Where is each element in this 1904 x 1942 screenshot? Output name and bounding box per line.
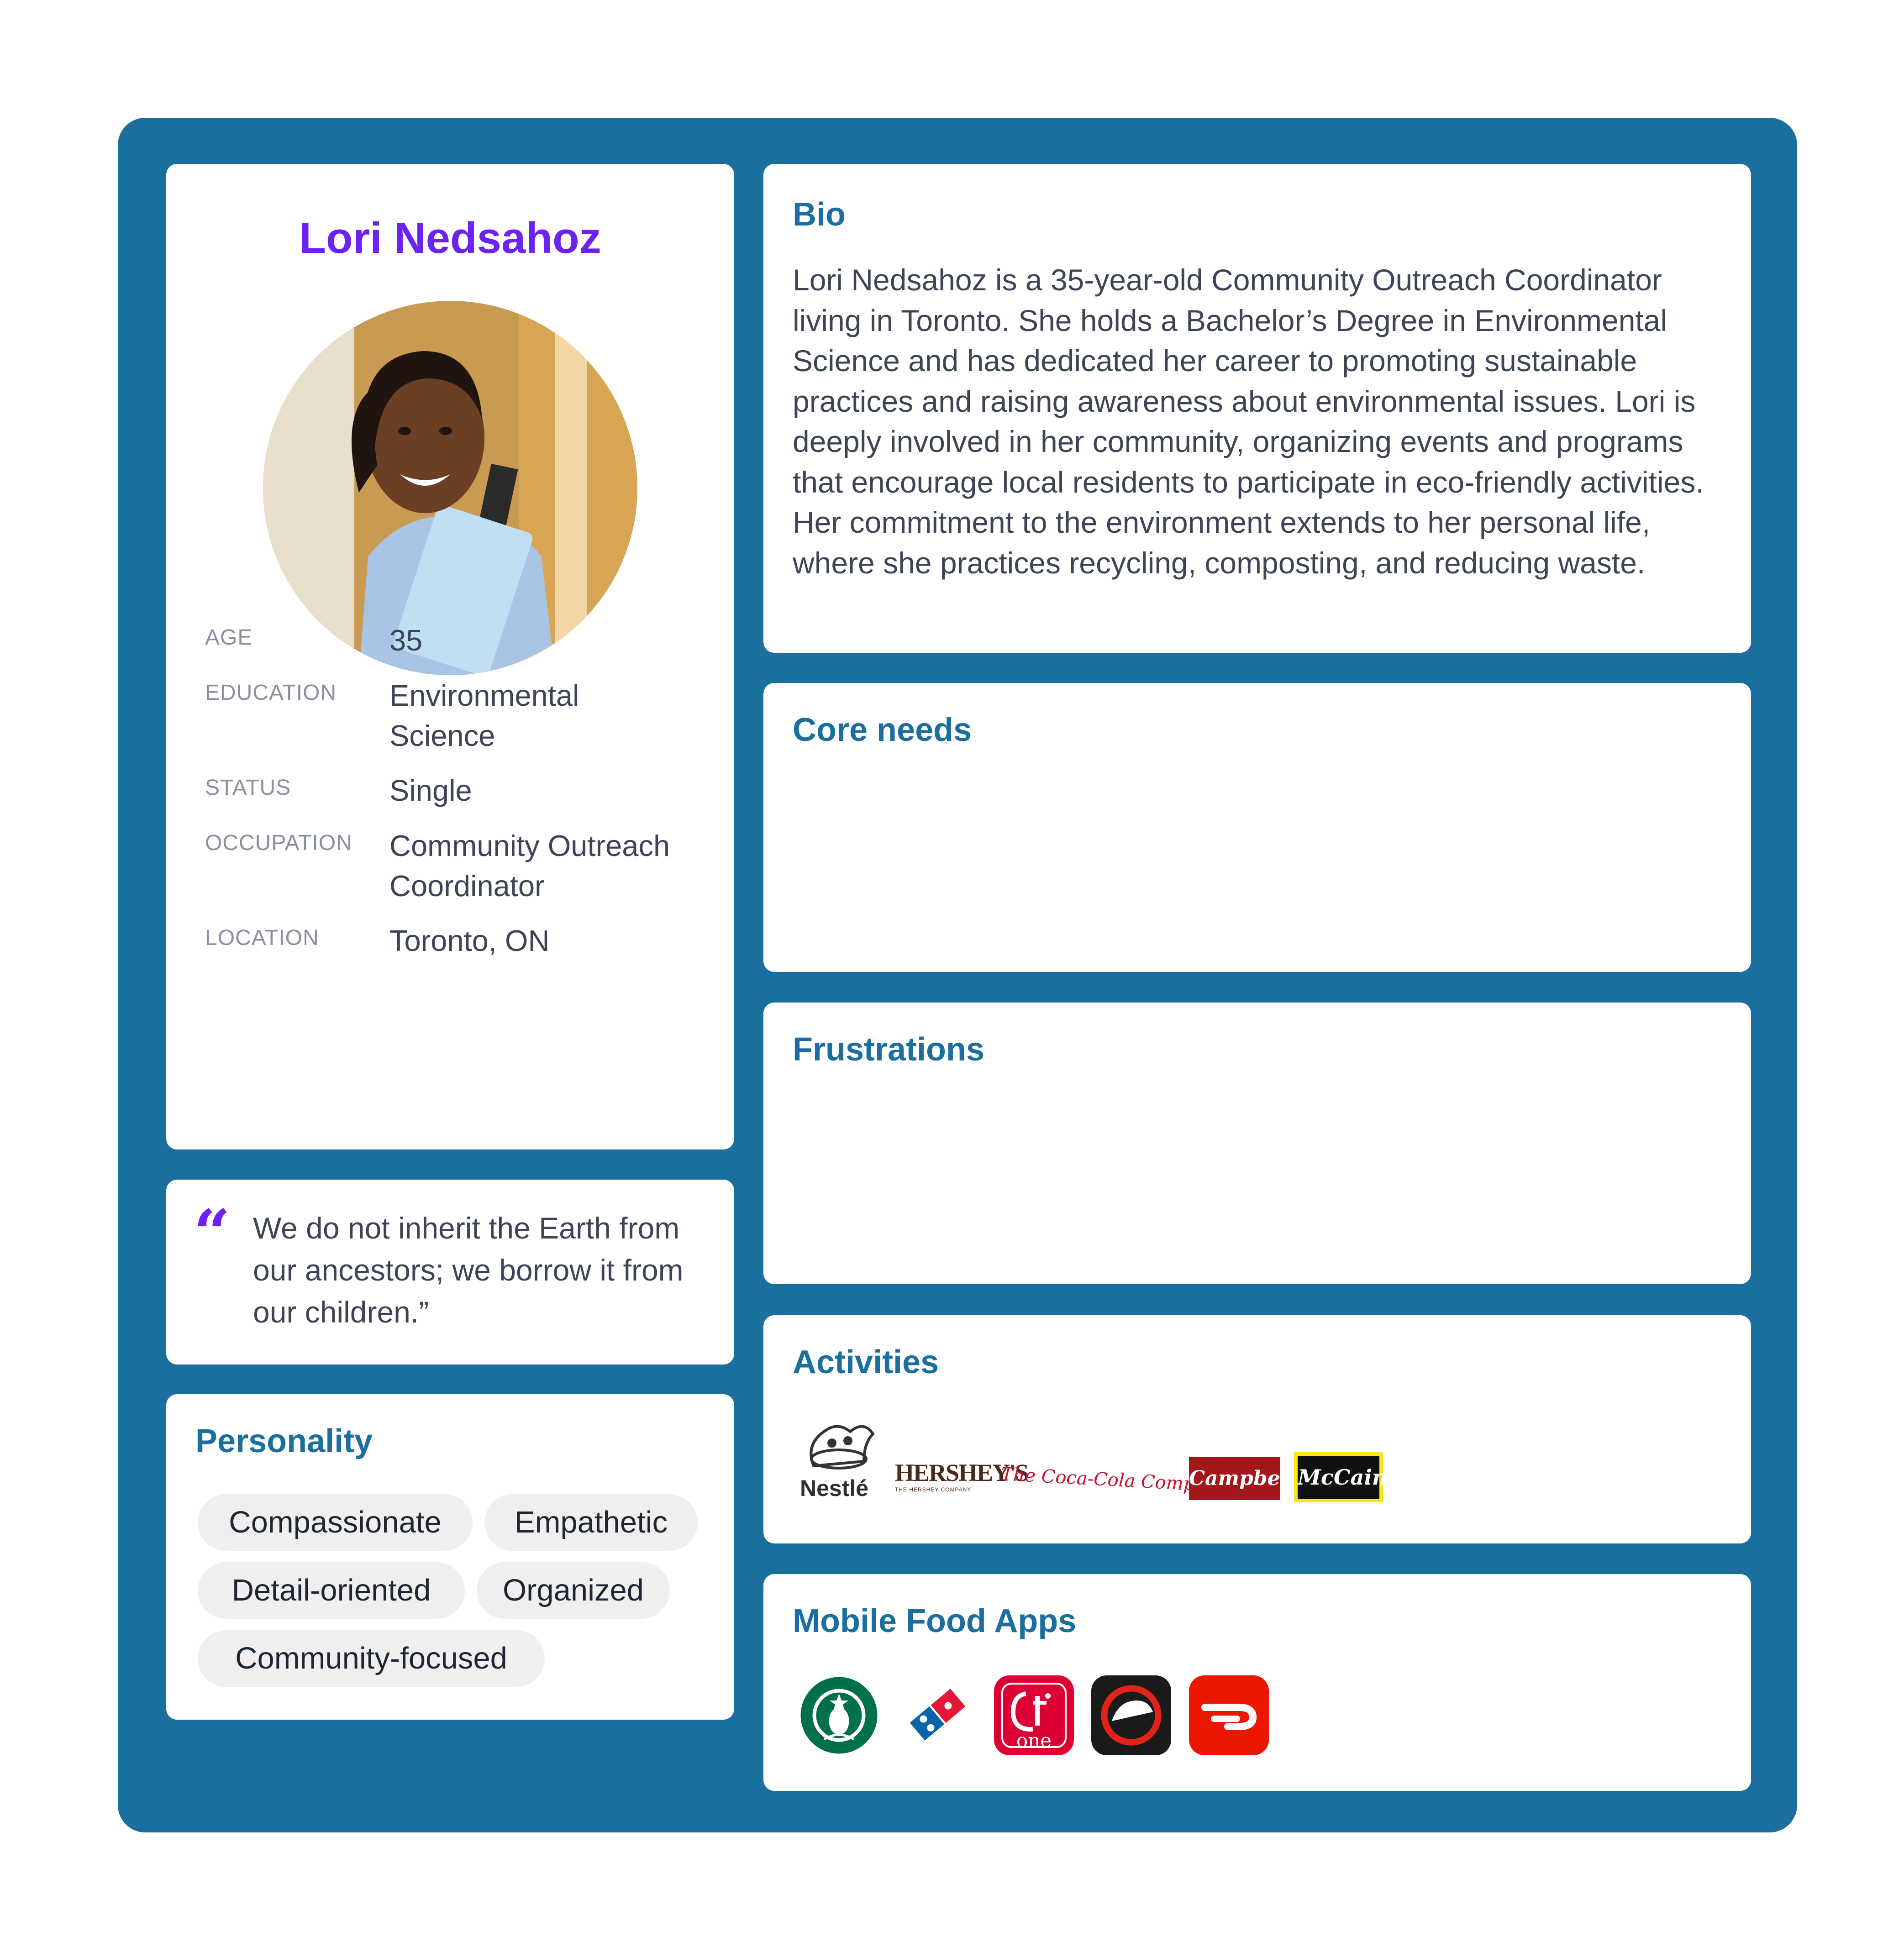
trait-chip: Organized	[477, 1562, 670, 1619]
location-label: LOCATION	[205, 926, 319, 950]
quote-mark-icon: “	[194, 1196, 230, 1271]
campbells-wordmark: Campbell's	[1189, 1467, 1313, 1490]
mobile-food-apps-title: Mobile Food Apps	[793, 1603, 1077, 1639]
age-value: 35	[389, 624, 423, 657]
coca-cola-company-logo: The Coca-Cola Company	[1000, 1464, 1228, 1500]
coca-cola-wordmark: The Coca-Cola Company	[1000, 1464, 1229, 1497]
age-label: AGE	[205, 625, 253, 650]
occupation-value: Community Outreach Coordinator	[389, 829, 670, 903]
campbells-logo: Campbell's	[1189, 1457, 1313, 1500]
frustrations-title: Frustrations	[793, 1031, 985, 1068]
core-needs-card: Core needs	[763, 683, 1751, 972]
bio-text: Lori Nedsahoz is a 35-year-old Community…	[793, 263, 1704, 580]
education-value: Environmental Science	[389, 679, 579, 752]
hershey-subtext: THE HERSHEY COMPANY	[895, 1486, 972, 1493]
profile-card: Lori Nedsahoz AGE 35 EDUCATION Environme…	[166, 164, 734, 1149]
persona-name: Lori Nedsahoz	[299, 214, 601, 262]
mobile-food-apps-card: Mobile Food Apps one	[763, 1574, 1751, 1791]
hershey-wordmark: HERSHEY'S	[895, 1459, 1029, 1486]
quote-text: We do not inherit the Earth from our anc…	[253, 1211, 684, 1329]
bio-title: Bio	[793, 196, 846, 233]
mccain-logo: McCain	[1294, 1452, 1387, 1502]
activities-card: Activities Nestlé HERSHEY'S THE HERSHEY …	[763, 1315, 1751, 1543]
hershey-logo: HERSHEY'S THE HERSHEY COMPANY	[895, 1459, 1029, 1500]
nestle-wordmark: Nestlé	[800, 1475, 869, 1501]
mccain-wordmark: McCain	[1298, 1456, 1387, 1499]
doordash-app-icon[interactable]	[1189, 1675, 1269, 1755]
core-needs-title: Core needs	[793, 712, 972, 748]
bio-card: Bio Lori Nedsahoz is a 35-year-old Commu…	[763, 164, 1751, 653]
trait-chip: Compassionate	[198, 1494, 473, 1551]
personality-card: Personality Compassionate Empathetic Det…	[166, 1394, 734, 1720]
status-label: STATUS	[205, 776, 291, 800]
quote-card: “ We do not inherit the Earth from our a…	[166, 1180, 734, 1365]
chick-fil-a-one-label: one	[1016, 1729, 1052, 1752]
personality-title: Personality	[195, 1423, 373, 1459]
dominos-app-icon[interactable]	[897, 1675, 977, 1755]
trait-chip: Empathetic	[484, 1494, 698, 1551]
avatar	[263, 301, 637, 675]
persona-frame: Lori Nedsahoz AGE 35 EDUCATION Environme…	[118, 118, 1797, 1832]
location-value: Toronto, ON	[389, 924, 550, 957]
education-label: EDUCATION	[205, 681, 337, 705]
status-value: Single	[389, 774, 472, 807]
occupation-label: OCCUPATION	[205, 831, 352, 855]
trait-chip: Detail-oriented	[198, 1562, 465, 1619]
activities-title: Activities	[793, 1344, 939, 1380]
starbucks-app-icon[interactable]	[799, 1675, 879, 1755]
chick-fil-a-one-app-icon[interactable]: one	[994, 1675, 1074, 1755]
pizza-hut-app-icon[interactable]	[1091, 1675, 1171, 1755]
trait-chip: Community-focused	[198, 1630, 545, 1687]
frustrations-card: Frustrations	[763, 1002, 1751, 1284]
nestle-logo: Nestlé	[795, 1416, 882, 1502]
